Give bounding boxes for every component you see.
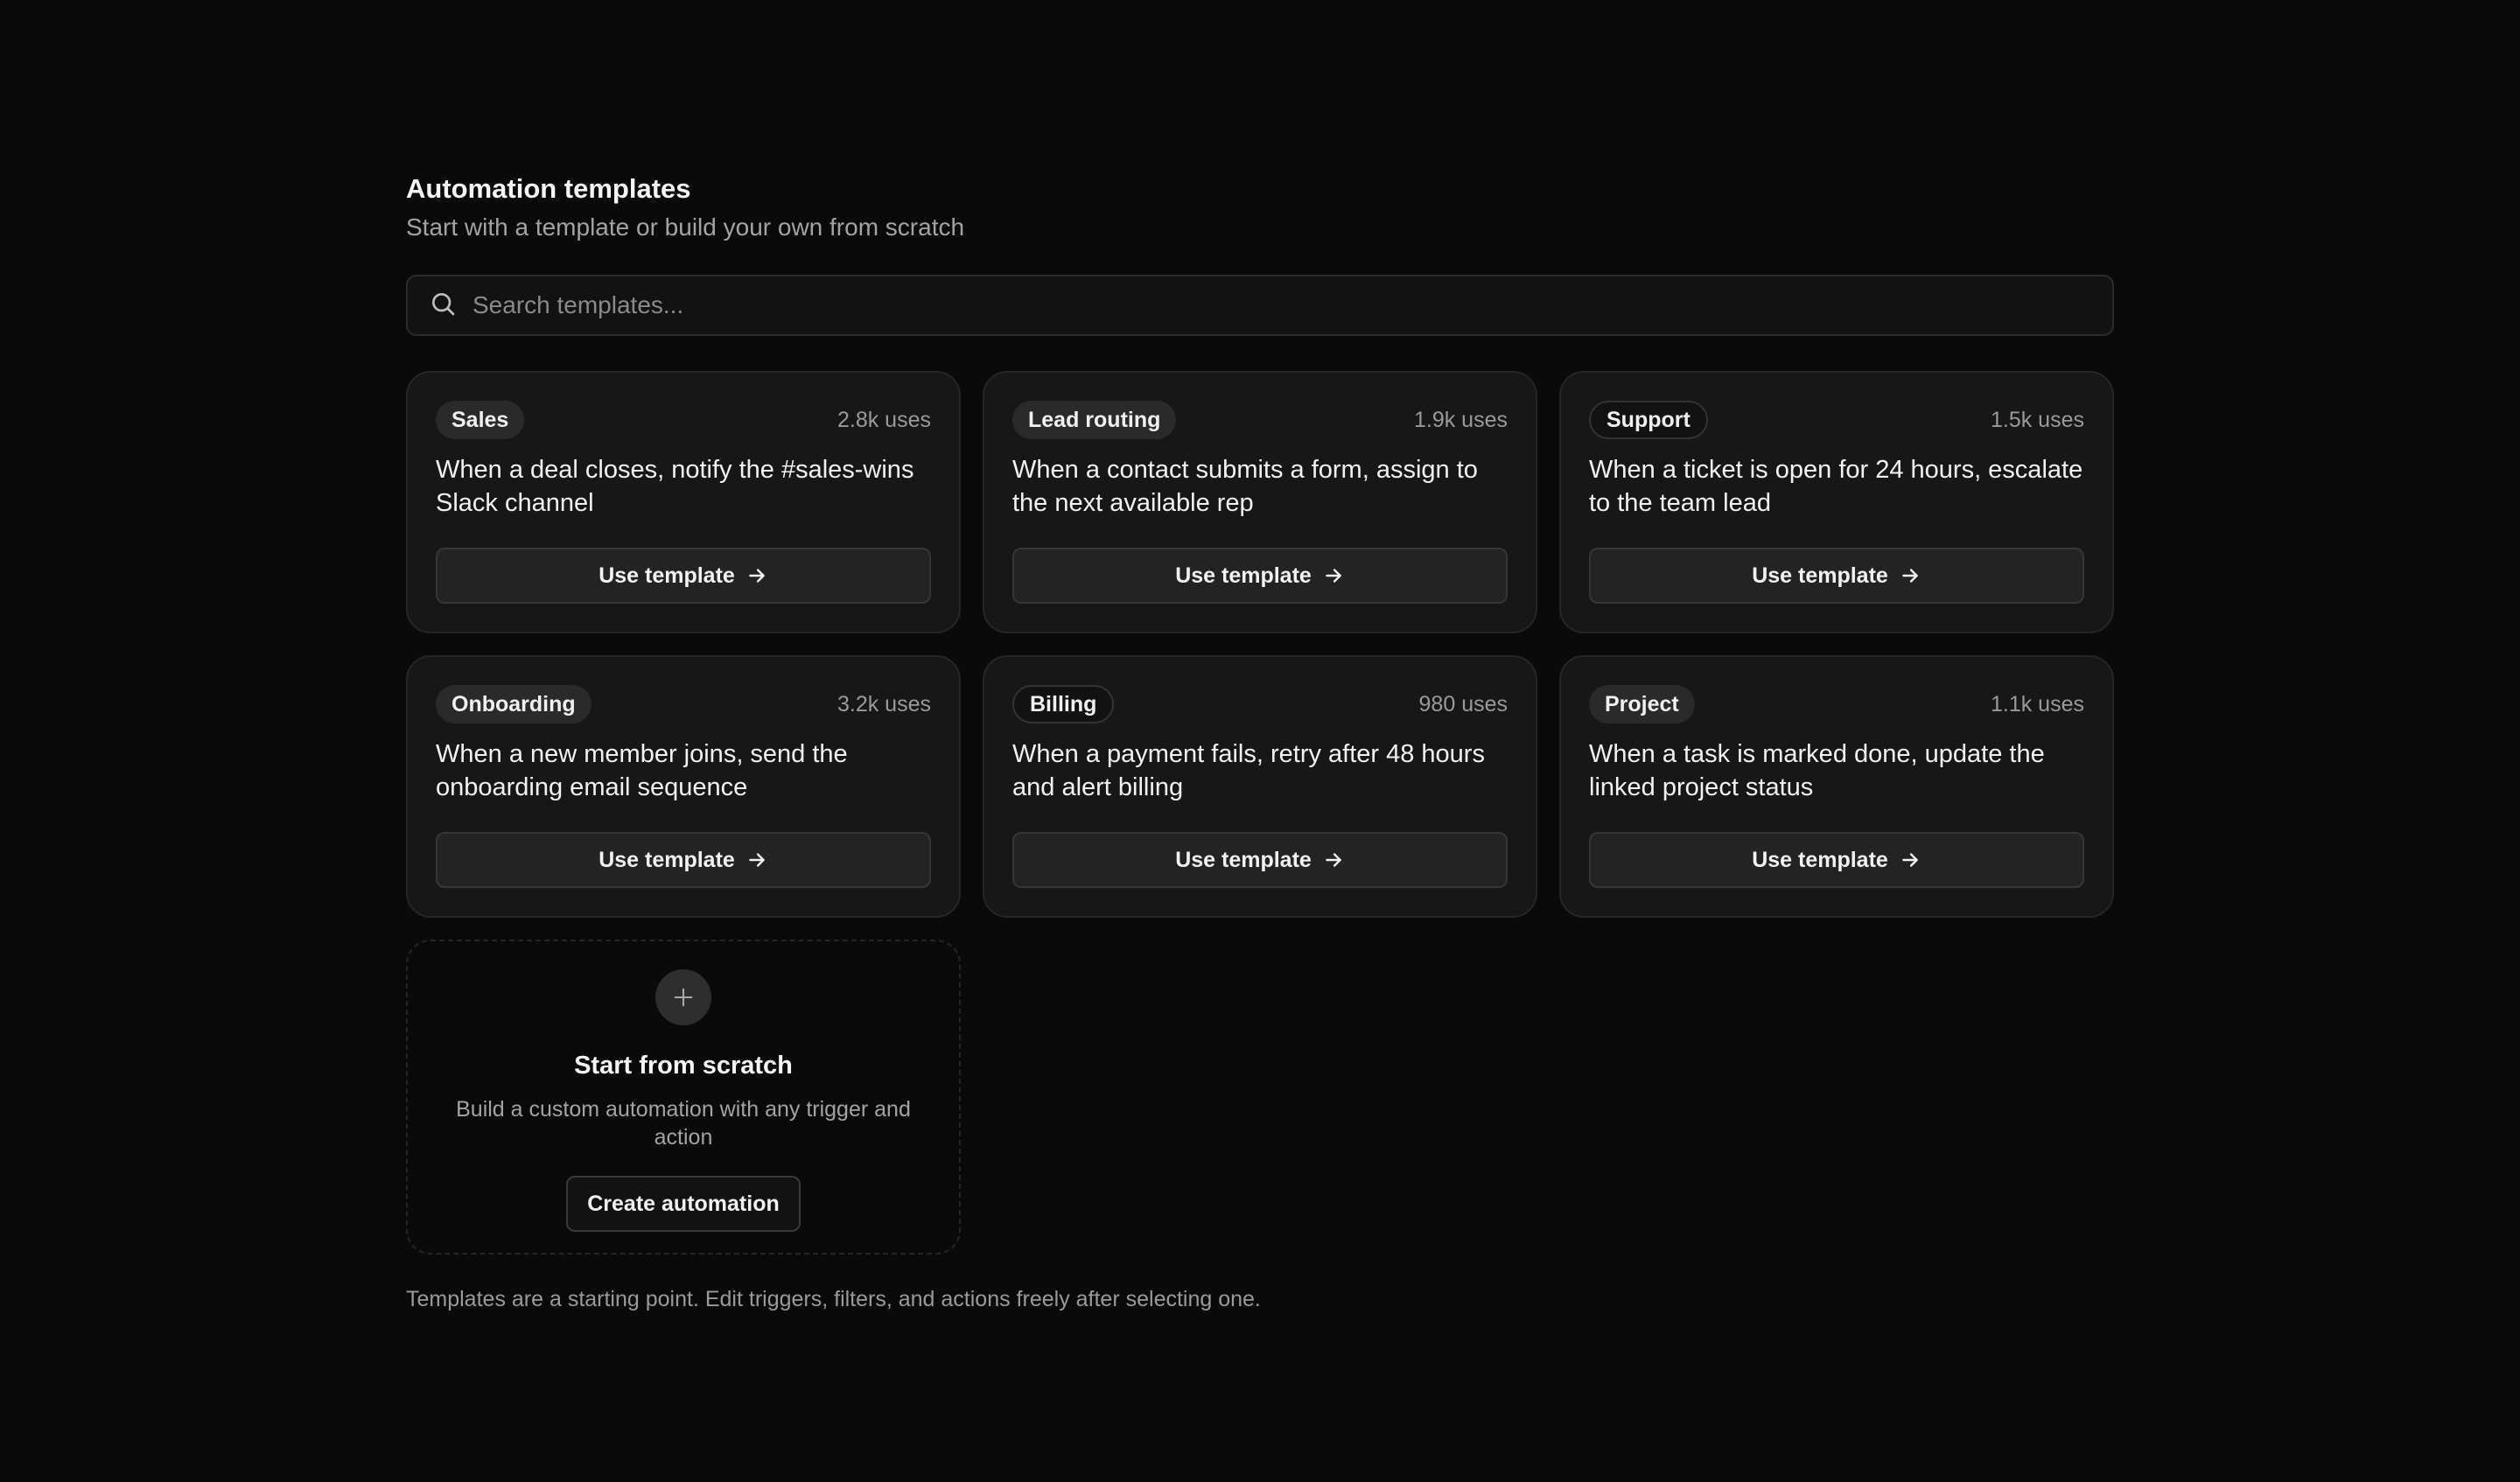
start-from-scratch-card: Start from scratch Build a custom automa… bbox=[406, 940, 961, 1255]
create-automation-button[interactable]: Create automation bbox=[566, 1176, 801, 1232]
category-tag: Project bbox=[1589, 685, 1695, 724]
footnote: Templates are a starting point. Edit tri… bbox=[406, 1287, 1261, 1311]
usage-count: 980 uses bbox=[1418, 691, 1508, 717]
category-tag: Billing bbox=[1012, 685, 1115, 724]
template-card-billing: Billing 980 uses When a payment fails, r… bbox=[983, 655, 1537, 918]
card-header: Project 1.1k uses bbox=[1589, 685, 2084, 724]
page-title: Automation templates bbox=[406, 173, 691, 204]
category-tag: Support bbox=[1589, 401, 1708, 439]
automation-templates-panel: Automation templates Start with a templa… bbox=[406, 170, 2114, 1314]
template-card-onboarding: Onboarding 3.2k uses When a new member j… bbox=[406, 655, 961, 918]
arrow-right-icon bbox=[1326, 569, 1341, 583]
use-template-label: Use template bbox=[598, 563, 735, 588]
category-tag: Sales bbox=[436, 401, 525, 439]
card-header: Billing 980 uses bbox=[1012, 685, 1508, 724]
use-template-button[interactable]: Use template bbox=[436, 548, 931, 604]
card-header: Lead routing 1.9k uses bbox=[1012, 401, 1508, 439]
search-icon bbox=[429, 290, 457, 322]
arrow-right-icon bbox=[1902, 569, 1918, 583]
usage-count: 1.5k uses bbox=[1990, 407, 2084, 432]
template-card-sales: Sales 2.8k uses When a deal closes, noti… bbox=[406, 371, 961, 633]
use-template-button[interactable]: Use template bbox=[1012, 548, 1508, 604]
use-template-button[interactable]: Use template bbox=[1589, 832, 2084, 888]
search-input[interactable] bbox=[471, 290, 2112, 320]
card-header: Sales 2.8k uses bbox=[436, 401, 931, 439]
use-template-label: Use template bbox=[1175, 847, 1312, 872]
category-tag: Lead routing bbox=[1012, 401, 1177, 439]
template-description: When a new member joins, send the onboar… bbox=[436, 740, 848, 801]
use-template-label: Use template bbox=[1752, 563, 1888, 588]
template-description: When a payment fails, retry after 48 hou… bbox=[1012, 740, 1485, 801]
template-description: When a contact submits a form, assign to… bbox=[1012, 456, 1478, 517]
usage-count: 1.9k uses bbox=[1413, 407, 1508, 432]
template-card-project: Project 1.1k uses When a task is marked … bbox=[1559, 655, 2114, 918]
page-subtitle: Start with a template or build your own … bbox=[406, 213, 965, 241]
usage-count: 3.2k uses bbox=[836, 691, 931, 717]
arrow-right-icon bbox=[749, 569, 765, 583]
plus-icon bbox=[655, 969, 711, 1025]
use-template-button[interactable]: Use template bbox=[1589, 548, 2084, 604]
template-card-support: Support 1.5k uses When a ticket is open … bbox=[1559, 371, 2114, 633]
use-template-label: Use template bbox=[1175, 563, 1312, 588]
usage-count: 2.8k uses bbox=[836, 407, 931, 432]
template-description: When a ticket is open for 24 hours, esca… bbox=[1589, 456, 2083, 517]
arrow-right-icon bbox=[749, 853, 765, 867]
use-template-button[interactable]: Use template bbox=[1012, 832, 1508, 888]
scratch-title: Start from scratch bbox=[574, 1052, 793, 1080]
use-template-label: Use template bbox=[1752, 847, 1888, 872]
card-header: Onboarding 3.2k uses bbox=[436, 685, 931, 724]
template-description: When a task is marked done, update the l… bbox=[1589, 740, 2045, 801]
usage-count: 1.1k uses bbox=[1990, 691, 2084, 717]
scratch-description: Build a custom automation with any trigg… bbox=[456, 1097, 911, 1150]
category-tag: Onboarding bbox=[436, 685, 592, 724]
arrow-right-icon bbox=[1326, 853, 1341, 867]
search-bar[interactable] bbox=[406, 275, 2114, 336]
template-card-lead-routing: Lead routing 1.9k uses When a contact su… bbox=[983, 371, 1537, 633]
template-description: When a deal closes, notify the #sales-wi… bbox=[436, 456, 914, 517]
template-grid: Sales 2.8k uses When a deal closes, noti… bbox=[406, 371, 2114, 1255]
use-template-label: Use template bbox=[598, 847, 735, 872]
card-header: Support 1.5k uses bbox=[1589, 401, 2084, 439]
arrow-right-icon bbox=[1902, 853, 1918, 867]
use-template-button[interactable]: Use template bbox=[436, 832, 931, 888]
